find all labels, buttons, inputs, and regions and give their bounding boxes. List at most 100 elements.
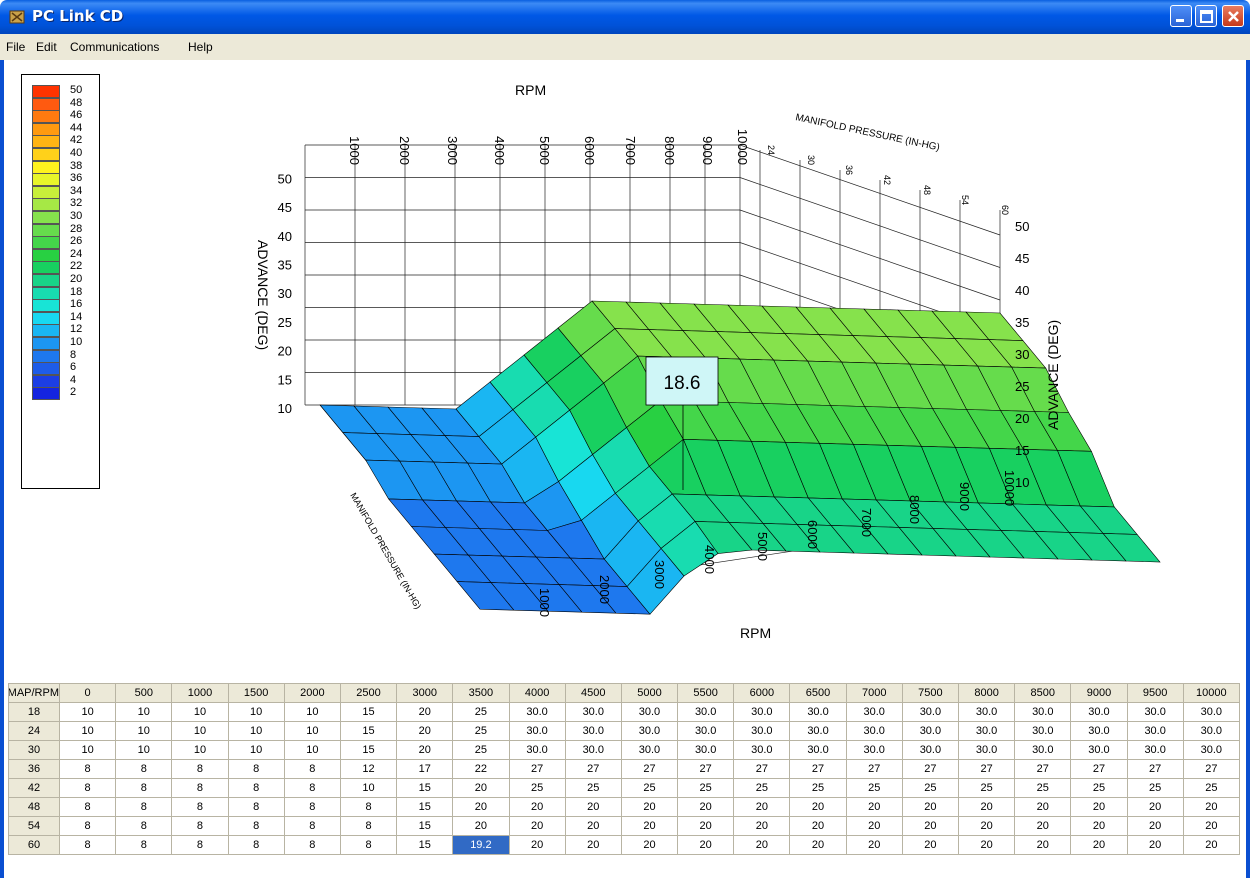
- table-cell[interactable]: 8: [58, 778, 117, 798]
- table-cell[interactable]: 30.0: [508, 721, 566, 741]
- column-header[interactable]: 6500: [789, 683, 847, 703]
- column-header[interactable]: 500: [115, 683, 173, 703]
- column-header[interactable]: 7000: [845, 683, 903, 703]
- table-cell[interactable]: 30.0: [1014, 740, 1072, 760]
- table-cell[interactable]: 8: [115, 778, 173, 798]
- table-cell[interactable]: 20: [789, 835, 847, 855]
- menu-communications[interactable]: Communications: [70, 40, 159, 54]
- table-cell[interactable]: 20: [957, 835, 1016, 855]
- table-cell[interactable]: 15: [396, 797, 454, 817]
- table-cell[interactable]: 10: [171, 740, 229, 760]
- table-cell[interactable]: 10: [171, 721, 229, 741]
- table-cell[interactable]: 25: [564, 778, 622, 798]
- table-cell[interactable]: 8: [58, 797, 117, 817]
- table-cell[interactable]: 30.0: [564, 721, 622, 741]
- column-header[interactable]: 4500: [564, 683, 622, 703]
- table-cell[interactable]: 20: [620, 816, 679, 836]
- table-cell[interactable]: 25: [1126, 778, 1184, 798]
- table-cell[interactable]: 30.0: [620, 702, 679, 722]
- table-cell[interactable]: 30.0: [901, 721, 960, 741]
- row-header[interactable]: 54: [8, 816, 60, 836]
- table-cell[interactable]: 17: [396, 759, 454, 779]
- table-cell[interactable]: 25: [845, 778, 903, 798]
- table-cell[interactable]: 20: [901, 816, 960, 836]
- table-cell[interactable]: 20: [564, 835, 622, 855]
- table-cell[interactable]: 30.0: [1182, 740, 1240, 760]
- table-cell[interactable]: 30.0: [1182, 721, 1240, 741]
- table-cell[interactable]: 25: [677, 778, 735, 798]
- table-cell[interactable]: 10: [171, 702, 229, 722]
- table-cell[interactable]: 20: [1014, 797, 1072, 817]
- table-cell[interactable]: 10: [58, 721, 117, 741]
- table-cell[interactable]: 20: [564, 816, 622, 836]
- row-header[interactable]: 18: [8, 702, 60, 722]
- table-cell[interactable]: 25: [901, 778, 960, 798]
- table-cell[interactable]: 30.0: [1126, 740, 1184, 760]
- table-cell[interactable]: 8: [115, 759, 173, 779]
- table-cell[interactable]: 27: [564, 759, 622, 779]
- table-cell[interactable]: 10: [339, 778, 398, 798]
- table-cell[interactable]: 20: [845, 797, 903, 817]
- column-header[interactable]: 9000: [1070, 683, 1128, 703]
- table-cell[interactable]: 20: [1014, 835, 1072, 855]
- row-header[interactable]: 42: [8, 778, 60, 798]
- table-cell[interactable]: 8: [58, 835, 117, 855]
- table-cell[interactable]: 8: [227, 797, 285, 817]
- column-header[interactable]: 5000: [620, 683, 679, 703]
- table-cell[interactable]: 30.0: [564, 740, 622, 760]
- table-cell[interactable]: 20: [620, 797, 679, 817]
- table-cell[interactable]: 15: [396, 778, 454, 798]
- row-header[interactable]: 48: [8, 797, 60, 817]
- table-cell[interactable]: 8: [227, 759, 285, 779]
- column-header[interactable]: 3500: [452, 683, 510, 703]
- table-cell[interactable]: 25: [452, 721, 510, 741]
- table-cell[interactable]: 8: [283, 797, 341, 817]
- column-header[interactable]: 5500: [677, 683, 735, 703]
- table-cell[interactable]: 25: [1070, 778, 1128, 798]
- table-cell[interactable]: 20: [620, 835, 679, 855]
- table-cell[interactable]: 20: [1126, 835, 1184, 855]
- column-header[interactable]: 2000: [283, 683, 341, 703]
- table-cell[interactable]: 27: [508, 759, 566, 779]
- table-cell[interactable]: 30.0: [677, 721, 735, 741]
- table-cell[interactable]: 20: [677, 797, 735, 817]
- maximize-button[interactable]: [1195, 5, 1217, 27]
- table-cell[interactable]: 30.0: [901, 702, 960, 722]
- table-cell[interactable]: 25: [452, 740, 510, 760]
- table-cell[interactable]: 30.0: [620, 721, 679, 741]
- table-cell[interactable]: 25: [1014, 778, 1072, 798]
- table-cell[interactable]: 8: [58, 816, 117, 836]
- table-cell[interactable]: 15: [339, 721, 398, 741]
- table-cell[interactable]: 15: [339, 702, 398, 722]
- table-cell[interactable]: 10: [115, 702, 173, 722]
- table-cell[interactable]: 25: [620, 778, 679, 798]
- surface-chart[interactable]: RPM 1000 2000 3000 4000 5000 6000 7000 8000 9000 1…: [250, 70, 1250, 660]
- table-cell[interactable]: 8: [283, 816, 341, 836]
- table-cell[interactable]: 25: [789, 778, 847, 798]
- table-cell[interactable]: 10: [58, 740, 117, 760]
- table-cell[interactable]: 30.0: [1126, 702, 1184, 722]
- table-cell[interactable]: 30.0: [957, 721, 1016, 741]
- column-header[interactable]: 8500: [1014, 683, 1072, 703]
- table-cell[interactable]: 20: [733, 835, 791, 855]
- table-cell[interactable]: 20: [1182, 816, 1240, 836]
- table-cell[interactable]: 20: [1070, 797, 1128, 817]
- table-cell[interactable]: 20: [957, 797, 1016, 817]
- table-cell[interactable]: 27: [677, 759, 735, 779]
- table-cell[interactable]: 8: [115, 797, 173, 817]
- table-cell[interactable]: 10: [58, 702, 117, 722]
- row-header[interactable]: 24: [8, 721, 60, 741]
- table-cell[interactable]: 30.0: [789, 721, 847, 741]
- table-cell[interactable]: 30.0: [1182, 702, 1240, 722]
- column-header[interactable]: 3000: [396, 683, 454, 703]
- table-cell[interactable]: 20: [901, 835, 960, 855]
- table-cell[interactable]: 8: [171, 835, 229, 855]
- table-cell[interactable]: 10: [115, 740, 173, 760]
- table-cell[interactable]: 10: [227, 702, 285, 722]
- table-cell[interactable]: 10: [283, 721, 341, 741]
- table-cell[interactable]: 30.0: [789, 702, 847, 722]
- table-cell[interactable]: 30.0: [957, 740, 1016, 760]
- table-cell[interactable]: 20: [564, 797, 622, 817]
- table-cell[interactable]: 30.0: [1070, 702, 1128, 722]
- column-header[interactable]: 1500: [227, 683, 285, 703]
